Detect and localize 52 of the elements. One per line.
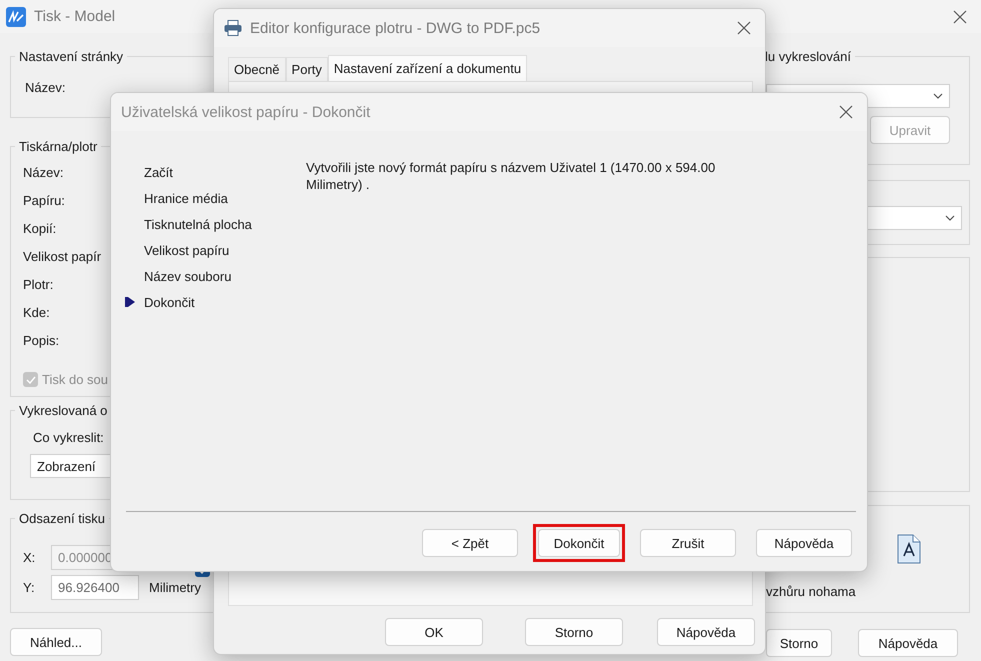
dialog-title: Uživatelská velikost papíru - Dokončit <box>121 104 372 120</box>
window-title: Editor konfigurace plotru - DWG to PDF.pc5 <box>250 20 542 36</box>
group-title: Tiskárna/plotr <box>18 139 98 154</box>
field-label: Kde: <box>23 304 50 320</box>
checkbox-label: Tisk do sou <box>42 372 108 387</box>
field-label: Papíru: <box>23 192 65 208</box>
field-label: X: <box>23 550 36 565</box>
unit-label: Milimetry <box>149 580 201 595</box>
dialog-button[interactable]: Nápověda <box>657 618 755 646</box>
group-title: Vykreslovaná o <box>18 403 108 418</box>
tab[interactable]: Porty <box>286 57 328 81</box>
close-icon[interactable] <box>737 21 751 35</box>
chevron-down-icon <box>945 215 955 221</box>
field-label: Y: <box>23 580 36 595</box>
wizard-step: Hranice média <box>144 190 228 206</box>
group-title: lu vykreslování <box>765 49 852 64</box>
wizard-step: Začít <box>144 164 173 180</box>
window-title: Tisk - Model <box>34 8 116 25</box>
wizard-button[interactable]: Zrušit <box>640 529 736 557</box>
checkbox-label: vzhůru nohama <box>766 584 857 599</box>
close-icon[interactable] <box>953 10 967 24</box>
document-icon <box>897 534 921 564</box>
check-icon <box>26 376 36 384</box>
field-label: Co vykreslit: <box>33 430 105 445</box>
dialog-button[interactable]: OK <box>385 618 483 646</box>
group-title: Odsazení tisku <box>18 511 106 526</box>
close-icon[interactable] <box>839 105 853 119</box>
field-label: Název: <box>25 80 66 95</box>
field-label: Název: <box>23 164 64 180</box>
wizard-step: Velikost papíru <box>144 242 230 258</box>
field-label: Plotr: <box>23 276 54 292</box>
dialog-button[interactable]: Storno <box>525 618 623 646</box>
message-text: Vytvořili jste nový formát papíru s názvem Uživatel 1 (1470.00 x 594.00 Milimetry) . <box>306 159 716 194</box>
dialog-button[interactable]: Nápověda <box>858 629 958 657</box>
wizard-step: Tisknutelná plocha <box>144 216 252 232</box>
preview-button[interactable]: Náhled... <box>10 628 102 656</box>
printer-icon <box>224 20 242 36</box>
field-label: Popis: <box>23 332 60 348</box>
wizard-step: Dokončit <box>144 294 195 310</box>
tab[interactable]: Obecně <box>228 57 286 81</box>
chevron-down-icon <box>933 93 943 99</box>
input-field[interactable]: 96.926400 <box>51 575 139 600</box>
field-label: Kopií: <box>23 220 56 236</box>
group-title: Nastavení stránky <box>18 49 124 64</box>
app-logo-icon <box>6 6 26 26</box>
wizard-button[interactable]: < Zpět <box>422 529 518 557</box>
wizard-button[interactable]: Nápověda <box>756 529 852 557</box>
field-label: Velikost papír <box>23 248 102 264</box>
dialog-button[interactable]: Storno <box>766 629 832 657</box>
wizard-button[interactable]: Dokončit <box>538 529 620 557</box>
wizard-step: Název souboru <box>144 268 232 284</box>
tab[interactable]: Nastavení zařízení a dokumentu <box>328 55 528 81</box>
